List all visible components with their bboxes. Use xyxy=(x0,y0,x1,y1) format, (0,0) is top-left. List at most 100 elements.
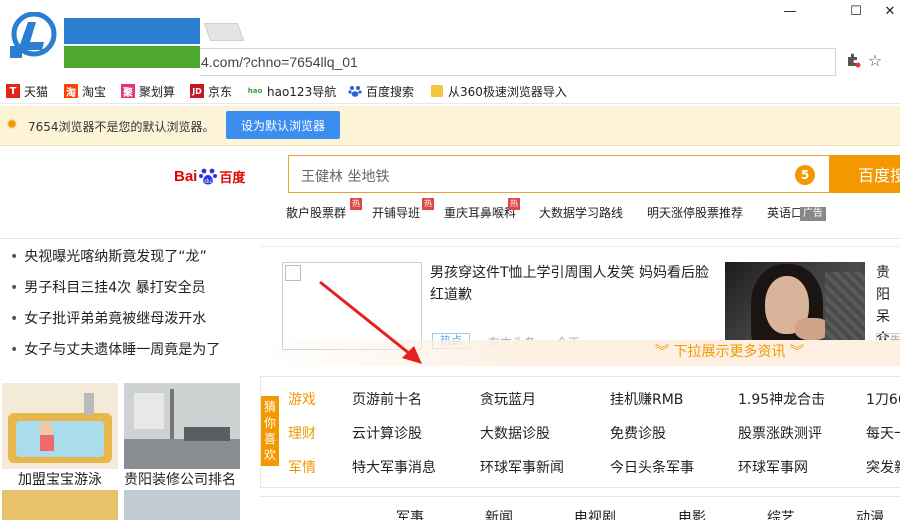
thumbnail-partial[interactable] xyxy=(2,490,118,520)
guess-item[interactable]: 1.95神龙合击 xyxy=(738,389,825,409)
hot-link[interactable]: 大数据学习路线 xyxy=(539,204,623,221)
news-thumbnail[interactable] xyxy=(282,262,422,350)
ad-badge: 广告 xyxy=(800,207,826,221)
bookmark-label: hao123导航 xyxy=(267,84,337,99)
bookmark-label: 从360极速浏览器导入 xyxy=(448,84,567,99)
thumbnail-partial[interactable] xyxy=(124,490,240,520)
category-tabs: 军事 新闻 电视剧 电影 综艺 动漫 xyxy=(260,496,900,520)
guess-category[interactable]: 理财 xyxy=(288,423,316,443)
bookmark-label: 天猫 xyxy=(24,84,49,99)
hot-link[interactable]: 重庆耳鼻喉科 xyxy=(444,204,516,221)
guess-you-like-label: 猜你喜欢 xyxy=(261,396,279,466)
tab-military[interactable]: 军事 xyxy=(396,507,424,520)
thumbnail-interior[interactable] xyxy=(124,383,240,469)
news-title[interactable]: 男孩穿这件T恤上学引周围人发笑 妈妈看后脸红道歉 xyxy=(430,262,720,306)
tab-news[interactable]: 新闻 xyxy=(485,507,513,520)
bookmark-label: 聚划算 xyxy=(139,84,176,99)
folder-icon xyxy=(430,84,444,98)
list-item[interactable]: 央视曝光喀纳斯竟发现了“龙” xyxy=(10,246,250,277)
bookmark-jd[interactable]: JD 京东 xyxy=(190,82,232,100)
guess-row-military: 军情 特大军事消息 环球军事新闻 今日头条军事 环球军事网 突发新 xyxy=(288,457,900,479)
guess-item[interactable]: 每天一 xyxy=(866,423,900,443)
guess-item[interactable]: 股票涨跌测评 xyxy=(738,423,822,443)
browser-logo-icon xyxy=(10,12,57,58)
baidu-logo-chinese: 百度 xyxy=(219,170,246,186)
set-default-browser-button[interactable]: 设为默认浏览器 xyxy=(226,111,340,139)
guess-item[interactable]: 贪玩蓝月 xyxy=(480,389,536,409)
left-news-list: 央视曝光喀纳斯竟发现了“龙” 男子科目三挂4次 暴打安全员 女子批评弟弟竟被继母… xyxy=(10,246,250,370)
tmall-icon: T xyxy=(6,84,20,98)
hot-badge: 热 xyxy=(508,198,520,210)
search-input[interactable]: 王健林 坐地铁 5 xyxy=(288,155,830,193)
baidu-logo-text: Bai xyxy=(174,167,198,185)
bookmark-juhuasuan[interactable]: 聚 聚划算 xyxy=(121,82,175,100)
photo-background xyxy=(825,272,865,350)
bookmarks-bar: T 天猫 淘 淘宝 聚 聚划算 JD 京东 hao hao123导航 百度搜索 … xyxy=(0,78,900,104)
redaction-block xyxy=(64,46,200,68)
close-button[interactable]: ✕ xyxy=(870,4,900,22)
guess-item[interactable]: 特大军事消息 xyxy=(352,457,436,477)
section-divider xyxy=(0,238,900,239)
hot-link[interactable]: 英语口 xyxy=(767,204,803,221)
thumbnail-baby-swim[interactable] xyxy=(2,383,118,469)
pulldown-more-banner[interactable] xyxy=(260,340,900,366)
baidu-logo[interactable]: Bai du 百度 xyxy=(174,162,245,190)
paw-icon xyxy=(348,84,362,98)
guess-item[interactable]: 页游前十名 xyxy=(352,389,422,409)
guess-item[interactable]: 环球军事网 xyxy=(738,457,808,477)
hot-link[interactable]: 开铺导班 xyxy=(372,204,420,221)
puzzle-icon[interactable] xyxy=(844,52,862,70)
photo-hand xyxy=(795,318,829,340)
pulldown-text[interactable]: ︾ 下拉展示更多资讯 ︾ xyxy=(655,341,804,361)
tab-anime[interactable]: 动漫 xyxy=(856,507,884,520)
hot-link[interactable]: 散户股票群 xyxy=(286,204,346,221)
baidu-search-button[interactable]: 百度搜 xyxy=(830,155,900,193)
guess-category[interactable]: 军情 xyxy=(288,457,316,477)
guess-row-finance: 理财 云计算诊股 大数据诊股 免费诊股 股票涨跌测评 每天一 xyxy=(288,423,900,445)
minimize-button[interactable]: — xyxy=(770,4,810,22)
guess-item[interactable]: 1刀66 xyxy=(866,389,900,409)
hot-link[interactable]: 明天涨停股票推荐 xyxy=(647,204,743,221)
url-text: 4.com/?chno=7654llq_01 xyxy=(201,54,358,70)
guess-row-games: 游戏 页游前十名 贪玩蓝月 挂机赚RMB 1.95神龙合击 1刀66 xyxy=(288,389,900,411)
search-suggestion-count: 5 xyxy=(795,165,815,185)
thumbnail-caption[interactable]: 贵阳装修公司排名 xyxy=(124,469,236,489)
bookmark-hao123[interactable]: hao hao123导航 xyxy=(247,82,336,100)
gear-icon: ✹ xyxy=(6,117,18,133)
svg-text:du: du xyxy=(205,178,213,185)
list-item[interactable]: 男子科目三挂4次 暴打安全员 xyxy=(10,277,250,308)
tab-variety[interactable]: 综艺 xyxy=(767,507,795,520)
bookmark-tmall[interactable]: T 天猫 xyxy=(6,82,48,100)
broken-image-icon xyxy=(285,265,301,281)
guess-item[interactable]: 今日头条军事 xyxy=(610,457,694,477)
new-tab-button[interactable] xyxy=(203,23,245,41)
guess-item[interactable]: 挂机赚RMB xyxy=(610,389,683,409)
bookmark-label: 京东 xyxy=(208,84,233,99)
tab-movie[interactable]: 电影 xyxy=(678,507,706,520)
hot-badge: 热 xyxy=(422,198,434,210)
bookmark-baidu[interactable]: 百度搜索 xyxy=(348,82,414,100)
bookmark-taobao[interactable]: 淘 淘宝 xyxy=(64,82,106,100)
tab-tv[interactable]: 电视剧 xyxy=(574,507,616,520)
address-bar[interactable]: 4.com/?chno=7654llq_01 xyxy=(200,48,836,76)
juhuasuan-icon: 聚 xyxy=(121,84,135,99)
star-icon[interactable]: ☆ xyxy=(866,51,884,70)
guess-item[interactable]: 突发新 xyxy=(866,457,900,477)
baidu-paw-icon: du xyxy=(199,168,218,185)
bookmark-import-folder[interactable]: 从360极速浏览器导入 xyxy=(430,82,567,100)
list-item[interactable]: 女子与丈夫遗体睡一周竟是为了 xyxy=(10,339,250,370)
hot-badge: 热 xyxy=(350,198,362,210)
news-photo[interactable] xyxy=(725,262,865,350)
search-value: 王健林 坐地铁 xyxy=(301,169,390,185)
list-item[interactable]: 女子批评弟弟竟被继母泼开水 xyxy=(10,308,250,339)
bookmark-label: 淘宝 xyxy=(82,84,107,99)
guess-item[interactable]: 环球军事新闻 xyxy=(480,457,564,477)
guess-item[interactable]: 免费诊股 xyxy=(610,423,666,443)
redaction-block xyxy=(64,18,200,44)
jd-icon: JD xyxy=(190,84,204,98)
hao123-icon: hao xyxy=(247,87,263,95)
guess-category[interactable]: 游戏 xyxy=(288,389,316,409)
thumbnail-caption[interactable]: 加盟宝宝游泳 xyxy=(18,469,102,489)
guess-item[interactable]: 云计算诊股 xyxy=(352,423,422,443)
guess-item[interactable]: 大数据诊股 xyxy=(480,423,550,443)
